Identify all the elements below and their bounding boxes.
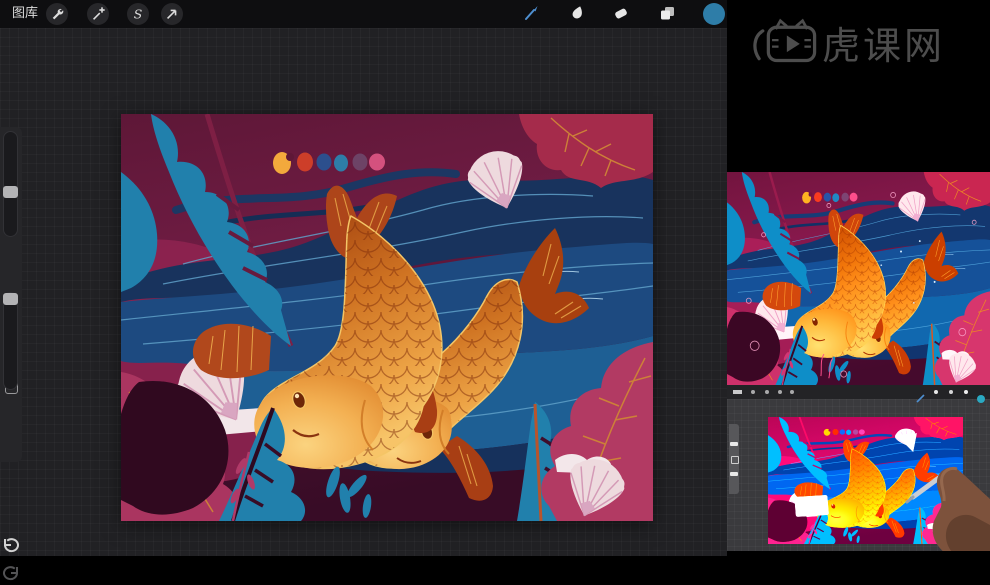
paint-tool-button[interactable]: [521, 3, 541, 23]
mini-layers-icon: [964, 390, 968, 394]
redo-button[interactable]: [2, 565, 20, 585]
video-letterbox-bar: [727, 551, 990, 556]
svg-text:S: S: [134, 6, 143, 21]
gallery-button[interactable]: 图库: [12, 6, 38, 22]
watermark: 虎课网: [748, 16, 984, 68]
video-mini-toolbar: [727, 385, 990, 403]
mini-modify-button: [731, 456, 739, 464]
watermark-text: 虎课网: [822, 23, 946, 68]
actions-button[interactable]: [46, 3, 68, 25]
smudge-tool-button[interactable]: [567, 3, 587, 23]
undo-button[interactable]: [2, 537, 20, 557]
mini-color-swatch: [977, 388, 985, 407]
wrench-icon: [52, 8, 64, 20]
erase-tool-button[interactable]: [611, 3, 631, 23]
transform-arrow-icon: [166, 9, 177, 20]
video-mini-sidebar: [729, 424, 739, 494]
mini-size-handle: [730, 442, 738, 446]
layers-icon: [661, 7, 674, 20]
huke-cat-logo-icon: [753, 18, 817, 63]
brush-size-slider[interactable]: [3, 131, 18, 237]
transform-button[interactable]: [161, 3, 183, 25]
magic-wand-icon: [92, 7, 105, 20]
mini-opacity-handle: [730, 472, 738, 476]
eraser-icon: [615, 8, 627, 19]
video-feed: [727, 385, 990, 556]
brush-size-handle[interactable]: [3, 186, 18, 198]
opacity-handle[interactable]: [3, 293, 18, 305]
selection-s-icon: S: [134, 6, 143, 21]
opacity-slider[interactable]: [3, 292, 18, 390]
mini-eraser-icon: [949, 390, 953, 394]
selection-button[interactable]: S: [127, 3, 149, 25]
mini-smudge-icon: [934, 390, 938, 394]
mini-wrench-icon: [751, 390, 755, 394]
active-color-circle: [703, 3, 725, 25]
layers-button[interactable]: [657, 3, 677, 23]
reference-artwork-preview: [727, 172, 990, 385]
mini-brush-icon: [916, 388, 925, 407]
mini-transform-icon: [790, 390, 794, 394]
brush-icon: [525, 6, 538, 20]
adjustments-button[interactable]: [87, 3, 109, 25]
mini-gallery-icon: [733, 390, 742, 394]
smudge-icon: [572, 6, 582, 19]
main-toolbar: 图库 S: [0, 0, 727, 28]
mini-wand-icon: [765, 390, 769, 394]
koi-artwork: [121, 114, 653, 521]
artist-hand: [905, 466, 990, 556]
drawing-canvas[interactable]: [121, 114, 653, 521]
redo-icon: [3, 566, 19, 581]
procreate-tutorial-screenshot: { "toolbar": { "gallery_label": "图库", "l…: [0, 0, 990, 581]
side-toolbar: [0, 127, 22, 581]
undo-icon: [3, 538, 19, 553]
mini-selection-icon: [778, 390, 782, 394]
color-swatch-button[interactable]: [703, 3, 725, 29]
